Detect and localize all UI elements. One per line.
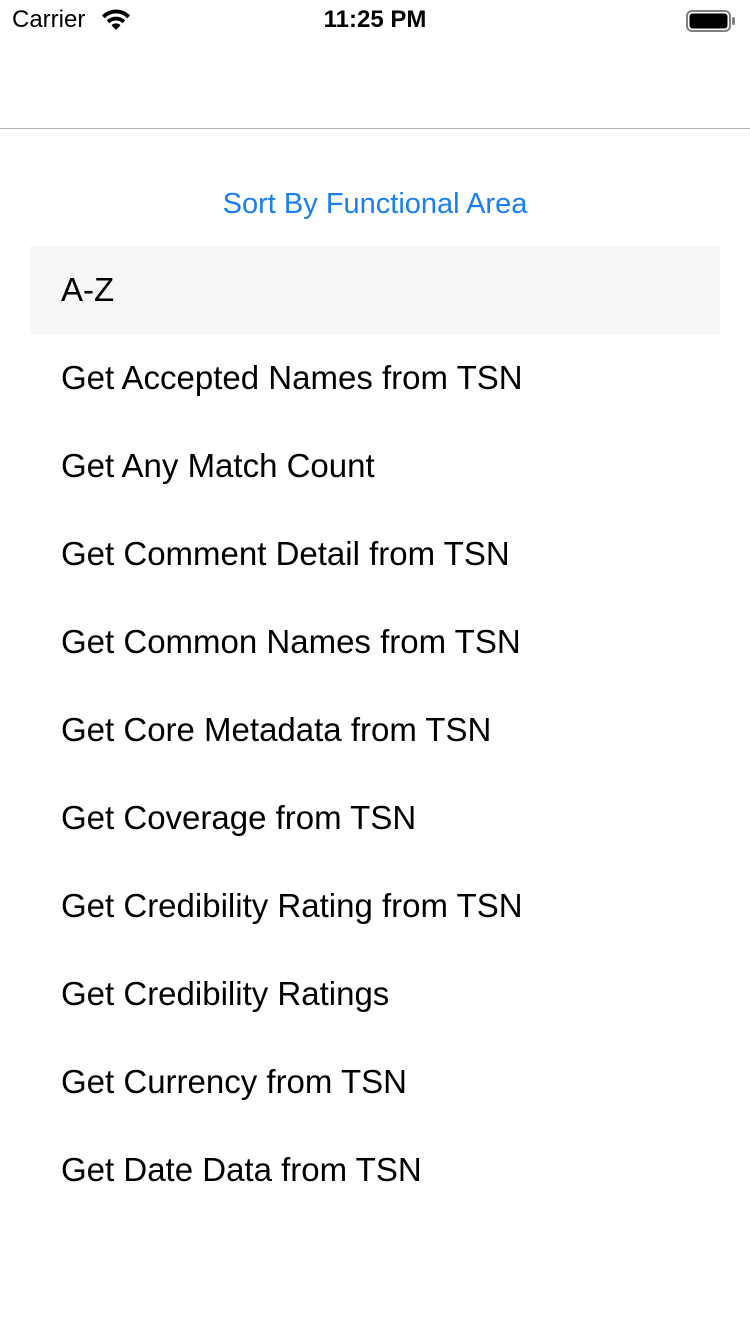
sort-options-list: A-Z Get Accepted Names from TSN Get Any Ma… (30, 246, 720, 1214)
list-item[interactable]: Get Coverage from TSN (30, 774, 720, 862)
list-item[interactable]: Get Currency from TSN (30, 1038, 720, 1126)
list-item[interactable]: Get Any Match Count (30, 422, 720, 510)
list-item-a-z[interactable]: A-Z (30, 246, 720, 334)
list-item[interactable]: Get Common Names from TSN (30, 598, 720, 686)
list-item[interactable]: Get Credibility Rating from TSN (30, 862, 720, 950)
list-item[interactable]: Get Comment Detail from TSN (30, 510, 720, 598)
battery-full-icon (686, 10, 736, 32)
navigation-bar (0, 40, 750, 129)
list-item[interactable]: Get Accepted Names from TSN (30, 334, 720, 422)
status-time: 11:25 PM (323, 6, 427, 33)
list-item[interactable]: Get Date Data from TSN (30, 1126, 720, 1214)
list-item[interactable]: Get Core Metadata from TSN (30, 686, 720, 774)
list-item[interactable]: Get Credibility Ratings (30, 950, 720, 1038)
status-bar: Carrier 11:25 PM (0, 0, 750, 40)
sort-by-functional-area-button[interactable]: Sort By Functional Area (0, 184, 750, 224)
